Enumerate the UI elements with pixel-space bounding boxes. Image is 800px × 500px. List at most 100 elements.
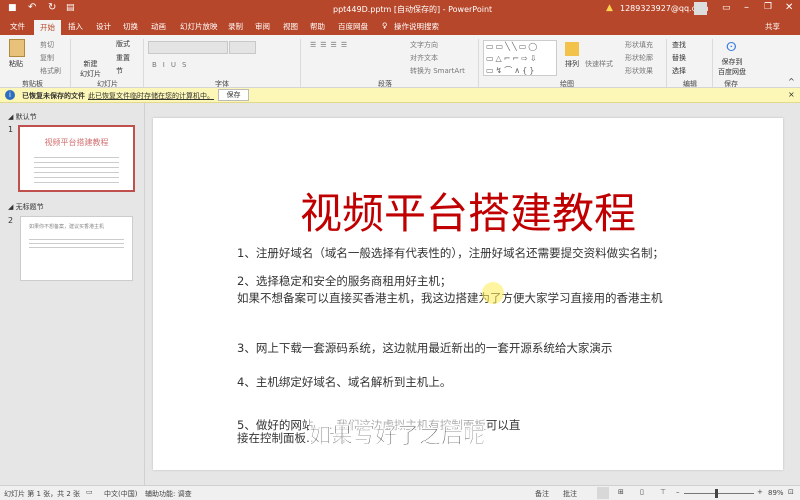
video-subtitle: 如果写好了之后呢 — [309, 418, 485, 450]
section-name: 无标题节 — [15, 203, 44, 211]
collapse-ribbon-icon[interactable]: ^ — [788, 77, 795, 86]
slide-line[interactable]: 3、网上下载一套源码系统，这边就用最近新出的一套开源系统给大家演示 — [237, 340, 612, 356]
baidu-cloud-icon: ⵙ — [726, 40, 737, 54]
shape-fill-button[interactable]: 形状填充 — [625, 40, 653, 50]
infobar-message[interactable]: 此已恢复文件临时存储在您的计算机中。 — [88, 91, 214, 101]
shape-effects-button[interactable]: 形状效果 — [625, 66, 653, 76]
tab-record[interactable]: 录制 — [228, 21, 243, 32]
reading-view-icon[interactable]: ▯ — [640, 488, 644, 496]
font-size-input[interactable] — [229, 41, 256, 54]
spelling-icon[interactable]: ▭ — [86, 488, 93, 496]
section-default[interactable]: ◢ 默认节 — [8, 112, 37, 122]
ribbon-tabs: 文件 开始 插入 设计 切换 动画 幻灯片放映 录制 审阅 视图 帮助 百度网盘… — [0, 18, 800, 35]
section-button[interactable]: 节 — [116, 66, 123, 76]
convert-smartart-button[interactable]: 转换为 SmartArt — [410, 66, 465, 76]
slide-sorter-icon[interactable]: ⊞ — [618, 488, 624, 496]
shapes-gallery[interactable]: ▭▭╲╲▭◯ ▭△⌐⌐⇨⇩ ▭↯⌒∧{} — [483, 40, 557, 76]
save-icon[interactable]: ■ — [8, 3, 17, 13]
zoom-in-button[interactable]: + — [757, 488, 763, 496]
replace-button[interactable]: 替换 — [672, 53, 686, 63]
close-icon[interactable]: ✕ — [785, 2, 793, 13]
tab-file[interactable]: 文件 — [10, 21, 25, 32]
text-direction-button[interactable]: 文字方向 — [410, 40, 438, 50]
tab-review[interactable]: 审阅 — [255, 21, 270, 32]
cut-button[interactable]: 剪切 — [40, 40, 54, 50]
tab-animations[interactable]: 动画 — [151, 21, 166, 32]
comments-button[interactable]: 批注 — [563, 489, 577, 499]
thumb-title: 如果你不想备案，建议买香港主机 — [29, 224, 105, 230]
recovery-infobar: i 已恢复未保存的文件 此已恢复文件临时存储在您的计算机中。 保存 × — [0, 88, 800, 103]
shape-outline-button[interactable]: 形状轮廓 — [625, 53, 653, 63]
fit-to-window-icon[interactable]: ⊡ — [788, 488, 794, 496]
infobar-title: 已恢复未保存的文件 — [22, 92, 85, 100]
share-button[interactable]: 共享 — [765, 21, 780, 32]
restore-icon[interactable]: ❐ — [764, 2, 772, 12]
slide-canvas[interactable]: 视频平台搭建教程 1、注册好域名（域名一般选择有代表性的），注册好域名还需要提交… — [153, 118, 783, 470]
info-icon: i — [5, 90, 15, 100]
tab-home[interactable]: 开始 — [34, 20, 61, 35]
normal-view-icon[interactable] — [597, 487, 609, 499]
tab-view[interactable]: 视图 — [283, 21, 298, 32]
accessibility-status[interactable]: 辅助功能: 调查 — [145, 489, 192, 499]
tab-design[interactable]: 设计 — [96, 21, 111, 32]
tab-baidu[interactable]: 百度网盘 — [338, 21, 368, 32]
font-name-input[interactable] — [148, 41, 228, 54]
slide-line[interactable]: 2、选择稳定和安全的服务商租用好主机； — [237, 273, 451, 289]
tell-me-search[interactable]: 操作说明搜索 — [394, 21, 439, 32]
arrange-button[interactable]: 排列 — [565, 59, 579, 69]
slide-thumbnail-pane: ◢ 默认节 1 视频平台搭建教程 ◢ 无标题节 2 如果你不想备案，建议买香港主… — [0, 103, 145, 485]
minimize-icon[interactable]: – — [744, 2, 749, 13]
quick-styles-button[interactable]: 快速样式 — [585, 59, 613, 69]
slide-line[interactable]: 如果不想备案可以直接买香港主机，我这边搭建为了方便大家学习直接用的香港主机 — [237, 290, 663, 306]
redo-icon[interactable]: ↻ — [48, 2, 56, 13]
infobar-save-button[interactable]: 保存 — [218, 89, 249, 101]
avatar[interactable] — [694, 2, 707, 15]
zoom-slider[interactable] — [684, 493, 754, 494]
lightbulb-icon: ♀ — [382, 21, 388, 30]
select-button[interactable]: 选择 — [672, 66, 686, 76]
slide-line[interactable]: 1、注册好域名（域名一般选择有代表性的），注册好域名还需要提交资料做实名制； — [237, 245, 664, 261]
slide-thumbnail-1[interactable]: 视频平台搭建教程 — [18, 125, 135, 192]
section-untitled[interactable]: ◢ 无标题节 — [8, 202, 44, 212]
language-status[interactable]: 中文(中国) — [104, 489, 137, 499]
paste-icon[interactable] — [9, 39, 25, 57]
tab-transitions[interactable]: 切换 — [123, 21, 138, 32]
arrange-icon — [565, 42, 579, 56]
tab-help[interactable]: 帮助 — [310, 21, 325, 32]
ribbon-display-icon[interactable]: ▭ — [722, 3, 731, 13]
layout-button[interactable]: 版式 — [116, 39, 130, 49]
section-name: 默认节 — [15, 113, 37, 121]
close-infobar-icon[interactable]: × — [788, 90, 795, 99]
tab-slideshow[interactable]: 幻灯片放映 — [180, 21, 218, 32]
font-format-buttons[interactable]: BIUS — [152, 61, 192, 69]
slide-line[interactable]: 4、主机绑定好域名、域名解析到主机上。 — [237, 374, 451, 390]
notes-button[interactable]: 备注 — [535, 489, 549, 499]
list-buttons[interactable]: ☰☰☰☰ — [310, 41, 351, 49]
reset-button[interactable]: 重置 — [116, 53, 130, 63]
status-bar: 幻灯片 第 1 张，共 2 张 ▭ 中文(中国) 辅助功能: 调查 备注 批注 … — [0, 485, 800, 500]
save-to-baidu-button[interactable]: 保存到 百度网盘 — [718, 57, 746, 77]
slide-title[interactable]: 视频平台搭建教程 — [153, 180, 783, 241]
align-text-button[interactable]: 对齐文本 — [410, 53, 438, 63]
copy-button[interactable]: 复制 — [40, 53, 54, 63]
zoom-out-button[interactable]: – — [676, 488, 680, 496]
tab-insert[interactable]: 插入 — [68, 21, 83, 32]
undo-icon[interactable]: ↶ — [28, 2, 36, 13]
cursor-highlight — [482, 282, 504, 304]
ribbon: 粘贴 剪切 复制 格式刷 剪贴板 新建 幻灯片 版式 重置 节 幻灯片 BIUS… — [0, 35, 800, 88]
start-from-beginning-icon[interactable]: ▤ — [66, 3, 75, 13]
new-slide-button[interactable]: 新建 幻灯片 — [80, 59, 101, 79]
format-painter-button[interactable]: 格式刷 — [40, 66, 61, 76]
warning-icon: ▲ — [606, 3, 613, 13]
paste-button[interactable]: 粘贴 — [9, 59, 23, 69]
zoom-slider-thumb[interactable] — [715, 489, 719, 498]
find-button[interactable]: 查找 — [672, 40, 686, 50]
slideshow-icon[interactable]: ⊤ — [660, 488, 666, 496]
zoom-level[interactable]: 89% — [768, 489, 784, 497]
thumb-title: 视频平台搭建教程 — [44, 138, 109, 147]
slide-thumbnail-2[interactable]: 如果你不想备案，建议买香港主机 — [20, 216, 133, 281]
window-title: ppt449D.pptm [自动保存的] - PowerPoint — [333, 5, 493, 14]
slide-number: 1 — [8, 125, 14, 134]
slide-info: 幻灯片 第 1 张，共 2 张 — [4, 490, 81, 498]
title-bar: ■ ↶ ↻ ▤ ppt449D.pptm [自动保存的] - PowerPoin… — [0, 0, 800, 18]
